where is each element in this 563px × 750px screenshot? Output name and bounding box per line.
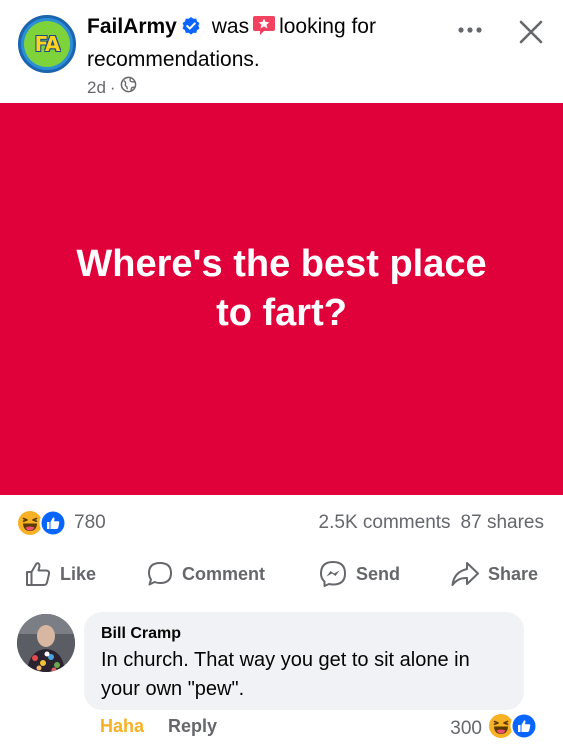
like-icon	[26, 562, 51, 586]
share-label: Share	[488, 563, 539, 584]
comment-label: Comment	[182, 563, 266, 584]
comment-reply-button[interactable]: Reply	[168, 716, 217, 737]
comment-bubble[interactable]: Bill Cramp In church. That way you get t…	[84, 612, 524, 710]
post-meta: 2d ·	[87, 76, 417, 99]
post-header: FA FailArmy was looking for recommendatio…	[0, 0, 563, 103]
recommendation-star-icon	[252, 13, 276, 45]
shares-count[interactable]: 87 shares	[461, 512, 544, 533]
more-options-button[interactable]	[450, 16, 490, 44]
send-label: Send	[356, 563, 401, 584]
comment-text: In church. That way you get to sit alone…	[101, 649, 470, 700]
like-reaction-icon	[39, 509, 67, 543]
verified-badge-icon	[181, 15, 201, 44]
page-name[interactable]: FailArmy	[87, 15, 177, 38]
globe-icon	[120, 76, 137, 99]
post-timestamp[interactable]: 2d	[87, 77, 106, 99]
stats-right: 2.5K comments 87 shares	[319, 512, 544, 534]
close-icon	[519, 20, 543, 44]
post-header-title: FailArmy was looking for recommendations.	[87, 12, 417, 74]
messenger-icon	[320, 561, 346, 587]
comment-actions: Haha Reply	[100, 716, 217, 737]
comments-count[interactable]: 2.5K comments	[319, 512, 451, 533]
reaction-count[interactable]: 780	[74, 512, 106, 534]
avatar[interactable]	[17, 614, 75, 672]
more-dots-icon	[458, 27, 482, 33]
share-button[interactable]: Share	[450, 556, 538, 592]
post-actions: Like Comment Send Share	[0, 556, 563, 592]
like-reaction-icon	[510, 712, 538, 746]
commenter-photo-icon	[17, 614, 75, 672]
comment-reaction-count: 300	[450, 718, 482, 739]
banner-question: Where's the best place to fart?	[76, 243, 487, 334]
close-button[interactable]	[511, 12, 551, 52]
reaction-icons[interactable]	[17, 509, 67, 543]
comment-button[interactable]: Comment	[146, 556, 265, 592]
post-text-banner[interactable]: Where's the best place to fart?	[0, 103, 563, 495]
meta-separator: ·	[109, 77, 116, 97]
comment-reactions[interactable]: 300	[450, 712, 538, 746]
like-label: Like	[60, 563, 97, 584]
comment-author[interactable]: Bill Cramp	[101, 624, 508, 644]
page-avatar[interactable]: FA	[18, 15, 76, 73]
share-icon	[451, 562, 479, 586]
status-was: was	[211, 15, 250, 38]
page-avatar-logo: FA	[24, 21, 70, 67]
comment-icon	[148, 562, 172, 586]
send-button[interactable]: Send	[318, 556, 400, 592]
post-header-text: FailArmy was looking for recommendations.…	[87, 12, 417, 99]
comment-haha-button[interactable]: Haha	[100, 716, 144, 737]
post-stats: 780 2.5K comments 87 shares	[0, 507, 563, 537]
like-button[interactable]: Like	[24, 556, 96, 592]
